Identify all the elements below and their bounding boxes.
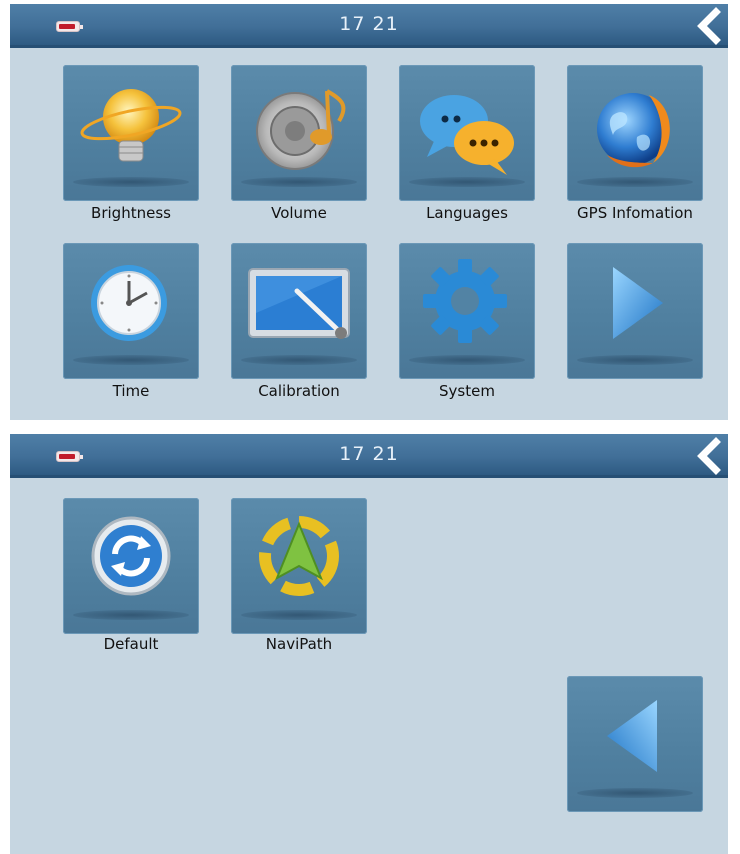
system-label: System (439, 382, 495, 400)
chat-bubbles-icon (420, 95, 514, 175)
gps-information-label: GPS Infomation (577, 204, 693, 222)
time-label: Time (112, 382, 150, 400)
prev-page-button[interactable] (567, 676, 703, 812)
navigation-arrow-icon (259, 516, 339, 596)
status-bar: 17 21 (10, 4, 728, 48)
navipath-label: NaviPath (265, 635, 333, 653)
system-button[interactable] (399, 243, 535, 379)
clock-time: 17 21 (339, 443, 399, 465)
brightness-button[interactable] (63, 65, 199, 201)
volume-label: Volume (271, 204, 327, 222)
next-arrow-icon (613, 267, 663, 339)
gear-icon (423, 259, 507, 343)
languages-label: Languages (426, 204, 508, 222)
clock-icon (91, 265, 167, 341)
time-button[interactable] (63, 243, 199, 379)
calibration-button[interactable] (231, 243, 367, 379)
lightbulb-icon (80, 89, 182, 162)
clock-time: 17 21 (339, 13, 399, 35)
prev-arrow-icon (607, 700, 657, 772)
calibration-tablet-icon (248, 268, 350, 339)
status-bar: 17 21 (10, 434, 728, 478)
gps-information-button[interactable] (567, 65, 703, 201)
volume-button[interactable] (231, 65, 367, 201)
next-page-button[interactable] (567, 243, 703, 379)
back-chevron-icon[interactable] (692, 6, 726, 46)
speaker-icon (256, 89, 346, 170)
default-button[interactable] (63, 498, 199, 634)
navipath-button[interactable] (231, 498, 367, 634)
settings-screen-page-1: 17 21 Brightness Volume Languages GPS In… (10, 4, 728, 420)
settings-screen-page-2: 17 21 Default NaviPath (10, 434, 728, 854)
back-chevron-icon[interactable] (692, 436, 726, 476)
calibration-label: Calibration (258, 382, 340, 400)
brightness-label: Brightness (91, 204, 171, 222)
languages-button[interactable] (399, 65, 535, 201)
globe-icon (597, 93, 670, 168)
refresh-icon (91, 516, 171, 596)
default-label: Default (103, 635, 159, 653)
